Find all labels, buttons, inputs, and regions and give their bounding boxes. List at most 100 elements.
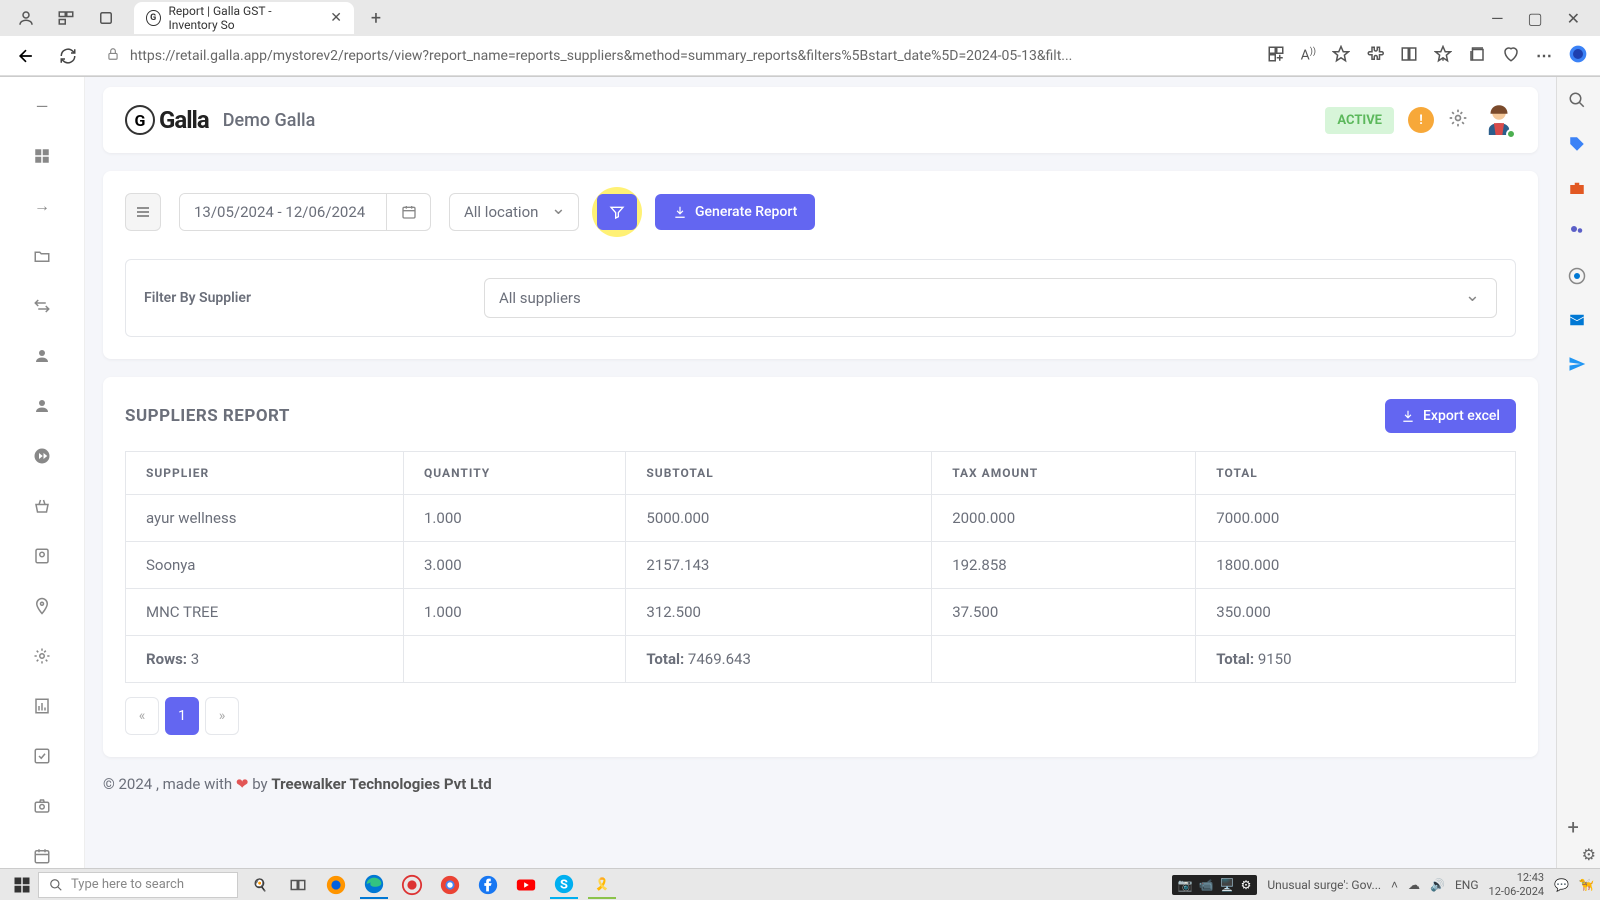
report-table: SUPPLIER QUANTITY SUBTOTAL TAX AMOUNT TO… — [125, 451, 1516, 683]
date-range-input[interactable] — [180, 194, 386, 230]
pagination: « 1 » — [125, 697, 1516, 735]
app-facebook-icon[interactable] — [474, 871, 502, 899]
tab-favicon-icon: G — [146, 10, 161, 26]
workspaces-icon[interactable] — [56, 8, 76, 28]
export-excel-button[interactable]: Export excel — [1385, 399, 1516, 433]
taskbar: Type here to search 🍳 S 🎗️ 📷📹🖥️⚙ Unusual… — [0, 868, 1600, 900]
calendar-picker-icon[interactable] — [386, 194, 430, 230]
logo-text: Galla — [159, 106, 209, 134]
more-icon[interactable]: ⋯ — [1536, 46, 1552, 65]
folder-icon[interactable] — [31, 245, 53, 267]
read-aloud-icon[interactable]: A)) — [1301, 47, 1316, 64]
favorite-icon[interactable] — [1332, 45, 1350, 67]
start-button[interactable] — [6, 871, 38, 899]
office-icon[interactable] — [1568, 267, 1590, 289]
app-youtube-icon[interactable] — [512, 871, 540, 899]
app-assistant-icon[interactable]: 🍳 — [246, 871, 274, 899]
contacts-icon[interactable] — [31, 545, 53, 567]
url-text[interactable]: https://retail.galla.app/mystorev2/repor… — [130, 48, 1072, 64]
tray-expand-icon[interactable]: ˄ — [1391, 878, 1398, 892]
app-record-icon[interactable] — [398, 871, 426, 899]
basket-icon[interactable] — [31, 495, 53, 517]
svg-text:S: S — [560, 877, 568, 892]
tab-close-icon[interactable]: ✕ — [330, 10, 342, 26]
alert-badge[interactable]: ! — [1408, 107, 1434, 133]
app-taskview-icon[interactable] — [284, 871, 312, 899]
tray-help-icon[interactable]: 🦮 — [1579, 878, 1594, 892]
customers-icon[interactable] — [31, 395, 53, 417]
tag-icon[interactable] — [1568, 135, 1590, 157]
dashboard-icon[interactable] — [31, 145, 53, 167]
collections-icon[interactable] — [1468, 45, 1486, 67]
tray-clock[interactable]: 12:43 12-06-2024 — [1489, 871, 1545, 897]
gear-icon[interactable] — [1448, 108, 1468, 133]
check-icon[interactable] — [31, 745, 53, 767]
taskbar-search[interactable]: Type here to search — [38, 872, 238, 898]
col-subtotal: SUBTOTAL — [626, 452, 932, 495]
col-quantity: QUANTITY — [404, 452, 626, 495]
supplier-select[interactable]: All suppliers — [484, 278, 1497, 318]
table-row: ayur wellness1.0005000.0002000.0007000.0… — [126, 495, 1516, 542]
tray-gamebar[interactable]: 📷📹🖥️⚙ — [1172, 875, 1258, 895]
app-chrome-icon[interactable] — [436, 871, 464, 899]
location-select[interactable]: All location — [449, 193, 579, 231]
app-misc-icon[interactable]: 🎗️ — [588, 871, 616, 899]
app-firefox-icon[interactable] — [322, 871, 350, 899]
add-shortcut-icon[interactable]: + — [1568, 815, 1590, 837]
forward-icon[interactable]: → — [31, 195, 53, 217]
browser-tab[interactable]: G Report | Galla GST - Inventory So ✕ — [134, 2, 354, 34]
brand-subtitle: Demo Galla — [223, 110, 316, 131]
browser-essentials-icon[interactable] — [1502, 45, 1520, 67]
col-supplier: SUPPLIER — [126, 452, 404, 495]
window-minimize-icon[interactable]: — — [1491, 9, 1504, 28]
tray-lang[interactable]: ENG — [1455, 878, 1479, 892]
search-icon[interactable] — [1568, 91, 1590, 113]
tray-volume-icon[interactable]: 🔊 — [1430, 878, 1445, 892]
users-icon[interactable] — [31, 345, 53, 367]
window-close-icon[interactable]: ✕ — [1567, 9, 1580, 28]
generate-report-button[interactable]: Generate Report — [655, 194, 815, 230]
copilot-icon[interactable] — [1568, 44, 1588, 68]
tray-news[interactable]: Unusual surge': Gov... — [1267, 878, 1381, 892]
page-1-button[interactable]: 1 — [165, 697, 199, 735]
calendar-icon[interactable] — [31, 845, 53, 867]
nav-refresh-button[interactable] — [54, 42, 82, 70]
tray-notifications-icon[interactable]: 💬 — [1554, 878, 1569, 892]
page-prev-button[interactable]: « — [125, 697, 159, 735]
fast-forward-icon[interactable] — [31, 445, 53, 467]
split-screen-icon[interactable] — [1400, 45, 1418, 67]
app-edge-icon[interactable] — [360, 871, 388, 899]
favorites-bar-icon[interactable] — [1434, 45, 1452, 67]
page-next-button[interactable]: » — [205, 697, 239, 735]
tab-title: Report | Galla GST - Inventory So — [169, 4, 323, 32]
settings-icon[interactable] — [31, 645, 53, 667]
app-skype-icon[interactable]: S — [550, 871, 578, 899]
profile-icon[interactable] — [16, 8, 36, 28]
tab-overview-icon[interactable] — [96, 8, 116, 28]
main-content: G Galla Demo Galla ACTIVE ! — [85, 77, 1556, 869]
app-install-icon[interactable] — [1267, 45, 1285, 67]
reports-icon[interactable] — [31, 695, 53, 717]
list-toggle-button[interactable] — [125, 193, 161, 231]
online-dot-icon — [1506, 129, 1516, 139]
transfer-icon[interactable] — [31, 295, 53, 317]
address-bar: https://retail.galla.app/mystorev2/repor… — [0, 36, 1600, 76]
send-icon[interactable] — [1568, 355, 1590, 377]
sidebar-settings-icon[interactable]: ⚙ — [1582, 845, 1596, 864]
report-card: SUPPLIERS REPORT Export excel SUPPLIER Q… — [103, 377, 1538, 757]
window-maximize-icon[interactable]: ▢ — [1527, 9, 1542, 28]
app-logo: G Galla — [125, 105, 209, 135]
filter-toggle-button[interactable] — [597, 194, 637, 230]
extensions-icon[interactable] — [1366, 45, 1384, 67]
nav-back-button[interactable] — [12, 42, 40, 70]
outlook-icon[interactable] — [1568, 311, 1590, 333]
avatar[interactable] — [1482, 101, 1516, 139]
camera-icon[interactable] — [31, 795, 53, 817]
teams-icon[interactable] — [1568, 223, 1590, 245]
tab-add-button[interactable]: + — [362, 4, 390, 32]
location-icon[interactable] — [31, 595, 53, 617]
tray-cloud-icon[interactable]: ☁ — [1408, 878, 1420, 892]
report-title: SUPPLIERS REPORT — [125, 406, 290, 426]
briefcase-icon[interactable] — [1568, 179, 1590, 201]
menu-collapse-icon[interactable]: — — [31, 95, 53, 117]
